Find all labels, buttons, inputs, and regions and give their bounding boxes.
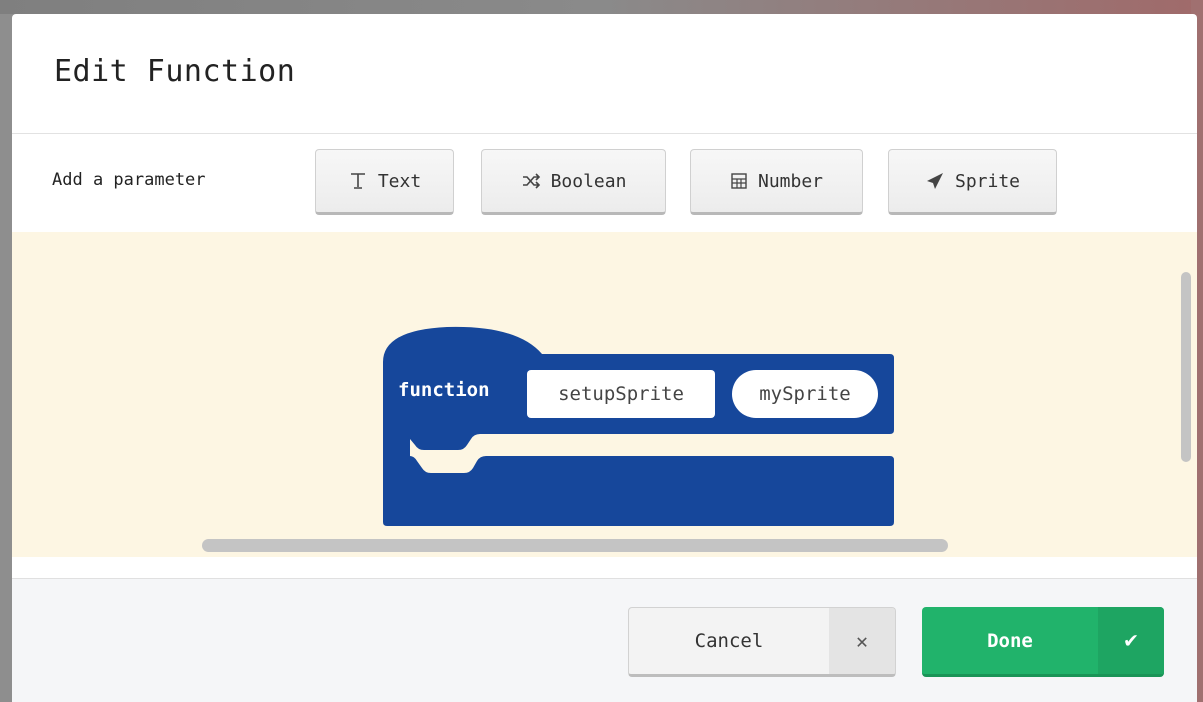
paper-plane-icon (925, 171, 945, 191)
done-button-label: Done (987, 629, 1033, 652)
function-name-field[interactable]: setupSprite (527, 370, 715, 418)
parameter-toolbar: Add a parameter Text Boolean Number Spri… (12, 134, 1197, 234)
add-text-parameter-button[interactable]: Text (315, 149, 454, 215)
cancel-button[interactable]: Cancel ✕ (628, 607, 896, 677)
horizontal-scrollbar[interactable] (202, 539, 948, 552)
text-cursor-icon (348, 171, 368, 191)
calculator-icon (730, 172, 748, 190)
number-button-label: Number (757, 170, 824, 192)
shuffle-icon (521, 171, 541, 191)
sprite-parameter-pill[interactable]: mySprite (732, 370, 878, 418)
vertical-scrollbar[interactable] (1181, 272, 1191, 462)
add-boolean-parameter-button[interactable]: Boolean (481, 149, 666, 215)
function-keyword: function (398, 379, 490, 401)
add-parameter-label: Add a parameter (52, 170, 206, 190)
dialog-header: Edit Function (12, 14, 1197, 134)
text-button-label: Text (377, 170, 422, 192)
block-workspace[interactable]: function setupSprite mySprite (12, 232, 1197, 557)
close-icon: ✕ (829, 608, 895, 674)
boolean-button-label: Boolean (550, 170, 627, 192)
check-icon: ✔ (1098, 607, 1164, 674)
edit-function-dialog: Edit Function Add a parameter Text Boole… (12, 14, 1197, 702)
dialog-title: Edit Function (54, 54, 296, 89)
done-button[interactable]: Done ✔ (922, 607, 1164, 677)
background-strip (0, 0, 1203, 14)
sprite-button-label: Sprite (954, 170, 1021, 192)
add-sprite-parameter-button[interactable]: Sprite (888, 149, 1057, 215)
cancel-button-label: Cancel (694, 630, 764, 652)
dialog-footer: Cancel ✕ Done ✔ (12, 578, 1197, 702)
add-number-parameter-button[interactable]: Number (690, 149, 863, 215)
